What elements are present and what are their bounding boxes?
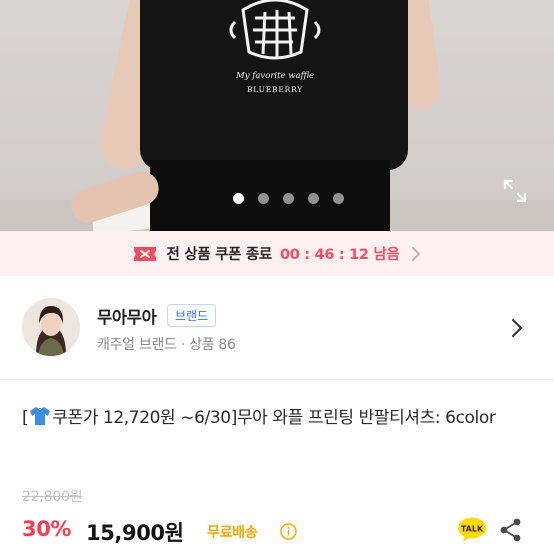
product-detail-page: My favorite waffle BLUEBERRY 전 상품 쿠폰 종료 — [0, 0, 554, 554]
product-title: [쿠폰가 12,720원 ~6/30]무아 와플 프린팅 반팔티셔츠: 6col… — [22, 407, 496, 428]
carousel-dot[interactable] — [283, 193, 294, 204]
svg-text:My favorite waffle: My favorite waffle — [235, 71, 314, 81]
t-shirt-emoji-icon — [30, 407, 51, 425]
coupon-countdown-timer: 00 : 46 : 12 남음 — [279, 247, 400, 263]
discount-rate: 30% — [22, 517, 72, 541]
shop-avatar[interactable] — [22, 298, 80, 356]
product-image-carousel[interactable]: My favorite waffle BLUEBERRY — [0, 0, 554, 231]
coupon-countdown-banner[interactable]: 전 상품 쿠폰 종료 00 : 46 : 12 남음 — [0, 231, 554, 276]
svg-text:BLUEBERRY: BLUEBERRY — [247, 85, 303, 94]
coupon-ticket-icon — [134, 246, 157, 261]
shop-info-row[interactable] — [0, 276, 554, 380]
chevron-right-icon[interactable] — [510, 318, 524, 338]
shop-profile-image — [22, 298, 80, 356]
free-shipping-label: 무료배송 — [207, 525, 258, 541]
original-price: 22,800원 — [22, 489, 83, 505]
shop-name[interactable]: 무아무아 — [97, 304, 157, 328]
carousel-dot[interactable] — [333, 193, 344, 204]
chevron-right-icon — [411, 246, 420, 261]
carousel-dot[interactable] — [258, 193, 269, 204]
expand-icon[interactable] — [502, 178, 528, 204]
carousel-dot[interactable] — [233, 193, 244, 204]
svg-text:TALK: TALK — [461, 525, 484, 534]
carousel-dot[interactable] — [308, 193, 319, 204]
info-icon[interactable] — [280, 523, 297, 540]
sale-price: 15,900원 — [86, 521, 184, 545]
kakao-talk-icon[interactable]: TALK — [457, 517, 487, 543]
brand-badge: 브랜드 — [167, 304, 217, 327]
coupon-end-label: 전 상품 쿠폰 종료 — [166, 247, 272, 263]
shop-meta: 캐주얼 브랜드 · 상품 86 — [97, 337, 236, 353]
waffle-print-graphic: My favorite waffle BLUEBERRY — [229, 0, 321, 94]
share-icon[interactable] — [499, 517, 523, 543]
carousel-indicator — [0, 193, 554, 204]
